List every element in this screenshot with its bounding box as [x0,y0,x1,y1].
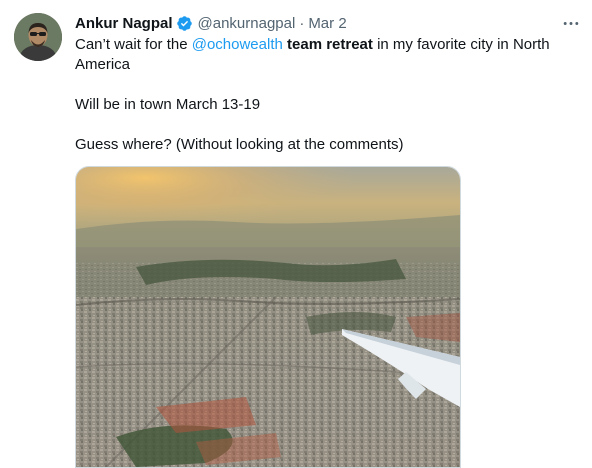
tweet-photo[interactable] [75,166,461,468]
text-prefix: Can’t wait for the [75,36,192,53]
tweet-card[interactable]: Ankur Nagpal @ankurnagpal · Mar 2 Can’t … [0,0,592,468]
aerial-city-image [76,167,460,467]
avatar-photo [14,13,62,61]
author-name[interactable]: Ankur Nagpal [75,15,173,32]
verified-badge-icon [176,15,193,32]
tweet-header: Ankur Nagpal @ankurnagpal · Mar 2 [75,13,347,33]
bold-phrase: team retreat [287,36,373,53]
tweet-text: Can’t wait for the @ochowealth team retr… [75,35,580,155]
avatar[interactable] [14,13,62,61]
tweet-line-3: Guess where? (Without looking at the com… [75,136,404,153]
mention-link[interactable]: @ochowealth [192,36,283,53]
author-handle[interactable]: @ankurnagpal [198,15,296,32]
more-options-icon[interactable] [560,14,582,32]
separator-dot: · [299,14,305,32]
tweet-line-2: Will be in town March 13-19 [75,96,261,113]
tweet-line-1: Can’t wait for the @ochowealth team retr… [75,35,580,75]
tweet-date[interactable]: Mar 2 [308,15,346,32]
